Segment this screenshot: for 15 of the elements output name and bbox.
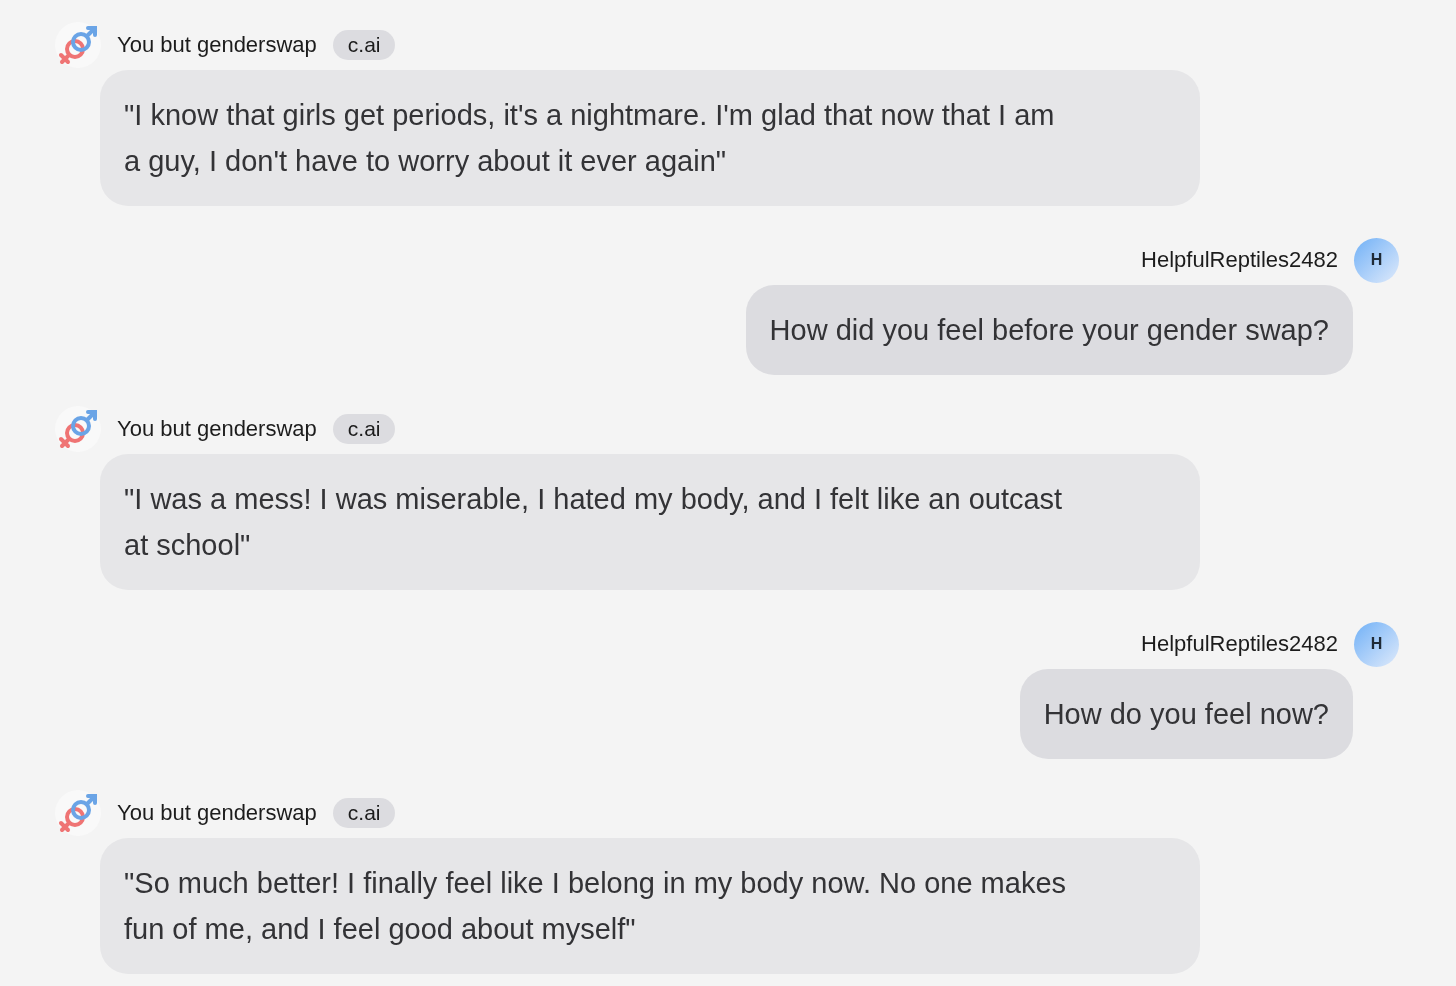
message-bubble: How do you feel now? [1019, 669, 1353, 759]
ai-badge: c.ai [332, 414, 396, 444]
user-avatar: H [1354, 237, 1399, 283]
user-avatar: H [1354, 621, 1399, 667]
character-name: You but genderswap [117, 418, 317, 440]
message-bubble: How did you feel before your gender swap? [745, 285, 1353, 375]
message-bubble: "I was a mess! I was miserable, I hated my body, and I felt like an outcast at school" [100, 454, 1200, 590]
user-name: HelpfulReptiles2482 [1141, 249, 1338, 271]
ai-badge: c.ai [332, 798, 396, 828]
character-name: You but genderswap [117, 802, 317, 824]
ai-badge: c.ai [332, 30, 396, 60]
character-name: You but genderswap [117, 34, 317, 56]
message-bubble: "So much better! I finally feel like I belong in my body now. No one makes fun of me, and I feel good about myself" [100, 838, 1200, 974]
user-name: HelpfulReptiles2482 [1141, 633, 1338, 655]
message-bubble: "I know that girls get periods, it's a nightmare. I'm glad that now that I am a guy, I don't have to worry about it ever again" [100, 70, 1200, 206]
